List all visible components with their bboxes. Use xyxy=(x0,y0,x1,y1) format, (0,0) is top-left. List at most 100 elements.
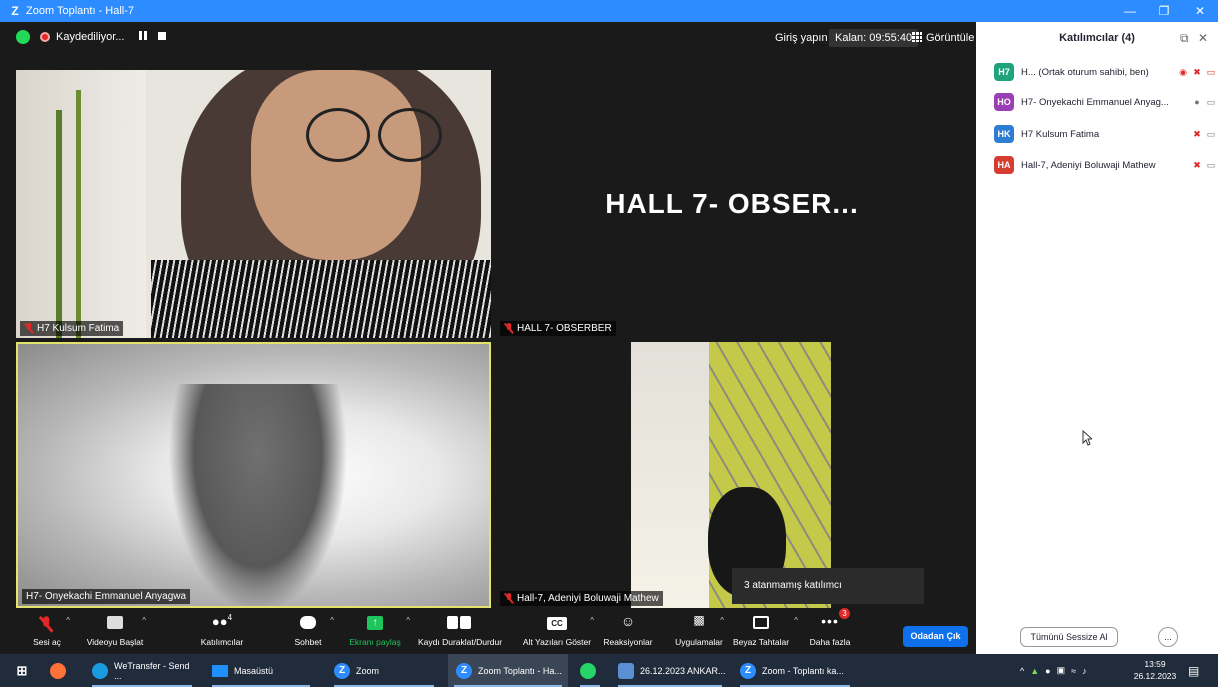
participants-icon: ●● xyxy=(211,614,228,629)
window-title: Zoom Toplantı - Hall-7 xyxy=(26,5,135,17)
whiteboard-button[interactable]: Beyaz Tahtalar ^ xyxy=(730,608,798,654)
chevron-up-icon[interactable]: ^ xyxy=(794,616,798,625)
system-tray: ^ ▲ ● ▣ ≈ ♪ xyxy=(1020,654,1128,687)
chevron-up-icon[interactable]: ^ xyxy=(142,616,146,625)
signin-link[interactable]: Giriş yapın xyxy=(775,29,828,47)
taskbar-zoom[interactable]: Z Zoom xyxy=(328,654,440,687)
video-shirt xyxy=(151,260,491,338)
zoom-app: Z Zoom Toplantı - Hall-7 — ❐ ✕ Kaydedili… xyxy=(0,0,1218,687)
pause-recording-icon[interactable] xyxy=(138,31,148,41)
chevron-up-icon[interactable]: ^ xyxy=(590,616,594,625)
chevron-up-icon[interactable]: ^ xyxy=(406,616,410,625)
tile-name: Hall-7, Adeniyi Boluwaji Mathew xyxy=(517,593,659,604)
video-tile-kulsum[interactable]: H7 Kulsum Fatima xyxy=(16,70,491,338)
participant-row[interactable]: HO H7- Onyekachi Emmanuel Anyag... ● ▭ xyxy=(994,92,1218,112)
screen-icon[interactable]: ▣ xyxy=(1057,665,1066,676)
taskbar-whatsapp[interactable] xyxy=(574,654,606,687)
video-tile-observer[interactable]: HALL 7- OBSER... HALL 7- OBSERBER xyxy=(496,70,968,338)
taskbar-label: Zoom xyxy=(356,665,380,676)
taskbar-zoom-meeting[interactable]: Z Zoom Toplantı - Ha... xyxy=(448,654,568,687)
participants-count: 4 xyxy=(227,613,233,622)
participant-row[interactable]: HK H7 Kulsum Fatima ✖ ▭ xyxy=(994,124,1218,144)
title-bar: Z Zoom Toplantı - Hall-7 — ❐ ✕ xyxy=(0,0,1218,22)
start-button[interactable]: ⊞ xyxy=(14,654,44,687)
taskbar-label: Zoom Toplantı - Ha... xyxy=(478,665,562,676)
stop-recording-icon[interactable] xyxy=(158,32,166,40)
taskbar-desktop[interactable]: Masaüstü xyxy=(206,654,316,687)
participant-name: H7- Onyekachi Emmanuel Anyag... xyxy=(1021,96,1169,108)
reactions-label: Reaksiyonlar xyxy=(603,637,653,647)
chevron-up-icon[interactable]: ^ xyxy=(330,616,334,625)
start-video-button[interactable]: Videoyu Başlat ^ xyxy=(80,608,150,654)
windows-logo-icon: ⊞ xyxy=(16,662,28,678)
taskbar-zoom-meetings-list[interactable]: Z Zoom - Toplantı ka... xyxy=(734,654,856,687)
participant-row[interactable]: H7 H... (Ortak oturum sahibi, ben) ◉ ✖ ▭ xyxy=(994,62,1218,82)
participant-name: H... (Ortak oturum sahibi, ben) xyxy=(1021,66,1149,78)
tile-nameplate: H7- Onyekachi Emmanuel Anyagwa xyxy=(22,589,191,604)
close-button[interactable]: ✕ xyxy=(1184,0,1216,22)
unassigned-participants-tooltip: 3 atanmamış katılımcı xyxy=(732,568,924,604)
notifications-icon[interactable]: ▤ xyxy=(1188,654,1204,687)
avatar: HK xyxy=(994,125,1014,143)
mic-muted-icon xyxy=(38,616,52,633)
mic-muted-icon xyxy=(504,323,513,334)
mic-muted-icon xyxy=(24,323,33,334)
apps-icon: ▩ xyxy=(693,613,705,627)
participants-button[interactable]: ●●4 Katılımcılar xyxy=(196,608,248,654)
more-button[interactable]: ••• 3 Daha fazla xyxy=(804,608,856,654)
chevron-up-icon[interactable]: ^ xyxy=(1020,666,1024,676)
maximize-button[interactable]: ❐ xyxy=(1148,0,1180,22)
close-icon[interactable]: ✕ xyxy=(1198,31,1208,45)
leave-button[interactable]: Odadan Çık xyxy=(903,626,968,647)
participant-row[interactable]: HA Hall-7, Adeniyi Boluwaji Mathew ✖ ▭ xyxy=(994,155,1218,175)
taskbar-document[interactable]: 26.12.2023 ANKAR... xyxy=(612,654,728,687)
chat-label: Sohbet xyxy=(294,637,322,647)
reactions-button[interactable]: ☺ Reaksiyonlar xyxy=(600,608,656,654)
recording-indicator: Kaydediliyor... xyxy=(40,27,124,47)
view-button[interactable]: Görüntüle xyxy=(912,29,974,47)
encryption-shield-icon[interactable] xyxy=(16,30,30,44)
chevron-up-icon[interactable]: ^ xyxy=(720,616,724,625)
network-app-icon[interactable]: ▲ xyxy=(1030,666,1039,676)
unmute-button[interactable]: Sesi aç ^ xyxy=(22,608,72,654)
apps-button[interactable]: ▩ Uygulamalar ^ xyxy=(664,608,734,654)
recording-label: Kaydediliyor... xyxy=(56,31,125,43)
popout-icon[interactable]: ⧉ xyxy=(1180,31,1189,46)
taskbar-firefox[interactable] xyxy=(50,654,80,687)
whiteboard-icon xyxy=(753,616,769,629)
video-tile-onyekachi[interactable]: H7- Onyekachi Emmanuel Anyagwa xyxy=(16,342,491,608)
tile-name: H7- Onyekachi Emmanuel Anyagwa xyxy=(26,591,187,602)
chevron-up-icon[interactable]: ^ xyxy=(66,616,70,625)
more-dots-icon: ••• xyxy=(821,613,839,629)
pause-stop-recording-button[interactable]: Kaydı Duraklat/Durdur xyxy=(418,608,502,654)
volume-icon[interactable]: ♪ xyxy=(1082,666,1087,676)
more-options-button[interactable]: ... xyxy=(1158,627,1178,647)
participants-panel: Katılımcılar (4) ⧉ ✕ H7 H... (Ortak otur… xyxy=(976,22,1218,654)
taskbar-label: Masaüstü xyxy=(234,665,274,676)
minimize-button[interactable]: — xyxy=(1114,0,1146,22)
clock-time: 13:59 xyxy=(1144,659,1166,669)
video-tile-adeniyi[interactable]: Hall-7, Adeniyi Boluwaji Mathew 3 atanma… xyxy=(496,342,968,608)
mic-muted-icon xyxy=(504,593,513,604)
clock-date: 26.12.2023 xyxy=(1133,671,1177,681)
mic-muted-icon: ✖ xyxy=(1193,66,1201,77)
microphone-icon[interactable]: ● xyxy=(1045,666,1050,676)
whiteboard-label: Beyaz Tahtalar xyxy=(732,637,790,647)
chat-button[interactable]: Sohbet ^ xyxy=(288,608,334,654)
tile-nameplate: Hall-7, Adeniyi Boluwaji Mathew xyxy=(500,591,663,606)
notification-badge: 3 xyxy=(839,608,850,619)
tile-name: HALL 7- OBSERBER xyxy=(517,323,612,334)
zoom-icon: Z xyxy=(334,662,350,679)
unmute-label: Sesi aç xyxy=(33,637,61,647)
share-screen-button[interactable]: ↑ Ekranı paylaş ^ xyxy=(346,608,410,654)
clock[interactable]: 13:59 26.12.2023 xyxy=(1130,658,1180,682)
tile-nameplate: HALL 7- OBSERBER xyxy=(500,321,616,336)
mute-all-button[interactable]: Tümünü Sessize Al xyxy=(1020,627,1118,647)
avatar: HO xyxy=(994,93,1014,111)
taskbar-wetransfer[interactable]: WeTransfer - Send ... xyxy=(86,654,198,687)
mic-muted-icon: ✖ xyxy=(1193,159,1201,170)
taskbar-label: 26.12.2023 ANKAR... xyxy=(640,665,726,676)
wifi-icon[interactable]: ≈ xyxy=(1071,666,1076,676)
captions-button[interactable]: CC Alt Yazıları Göster ^ xyxy=(520,608,594,654)
stop-icon xyxy=(460,616,471,629)
